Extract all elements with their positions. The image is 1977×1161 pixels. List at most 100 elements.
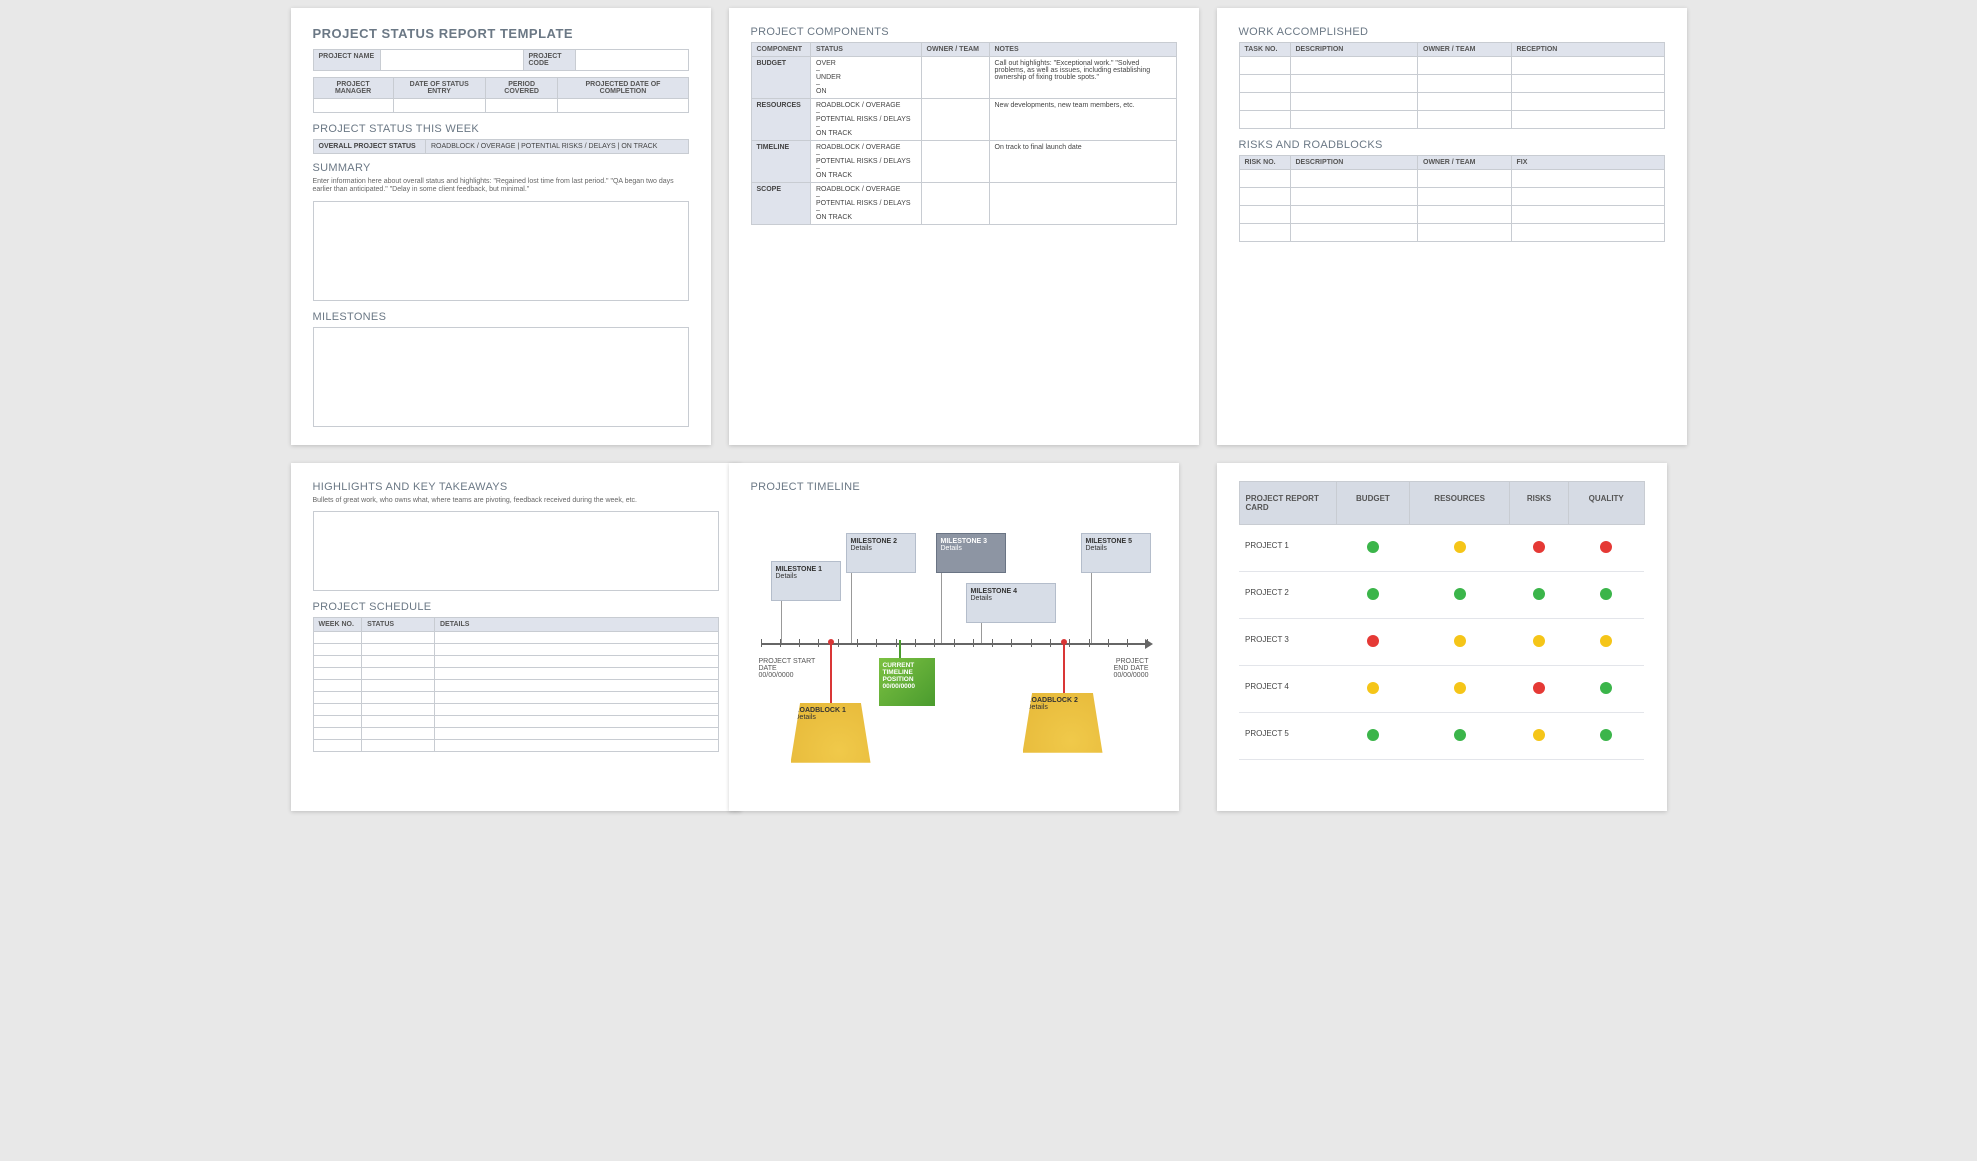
- cell[interactable]: [313, 716, 362, 728]
- cell[interactable]: [1418, 57, 1512, 75]
- cell[interactable]: [1418, 206, 1512, 224]
- cell[interactable]: [1290, 170, 1418, 188]
- cell[interactable]: [1418, 111, 1512, 129]
- component-owner[interactable]: [921, 183, 989, 225]
- table-row: [313, 692, 718, 704]
- cell[interactable]: [362, 716, 435, 728]
- cur-l3: POSITION: [883, 676, 931, 683]
- status-dot-icon: [1454, 682, 1466, 694]
- cell[interactable]: [362, 740, 435, 752]
- cell[interactable]: [1290, 75, 1418, 93]
- cell[interactable]: [362, 668, 435, 680]
- report-row: PROJECT 2: [1239, 571, 1644, 618]
- cell[interactable]: [434, 728, 718, 740]
- cell[interactable]: [1511, 224, 1664, 242]
- tick-icon: [1031, 639, 1032, 647]
- status-dot-icon: [1600, 682, 1612, 694]
- cell[interactable]: [1418, 75, 1512, 93]
- status-cell: [1336, 712, 1409, 759]
- cell[interactable]: [1511, 93, 1664, 111]
- status-dot-icon: [1454, 729, 1466, 741]
- table-row: [1239, 188, 1664, 206]
- cell[interactable]: [1239, 206, 1290, 224]
- table-row: [1239, 57, 1664, 75]
- status-dot-icon: [1454, 635, 1466, 647]
- cell[interactable]: [313, 656, 362, 668]
- col-details: DETAILS: [434, 618, 718, 632]
- cell[interactable]: [362, 644, 435, 656]
- cell[interactable]: [1511, 57, 1664, 75]
- cell[interactable]: [1511, 111, 1664, 129]
- cell[interactable]: [434, 656, 718, 668]
- tick-icon: [992, 639, 993, 647]
- schedule-table: WEEK NO. STATUS DETAILS: [313, 617, 719, 752]
- cell[interactable]: [313, 644, 362, 656]
- col-notes: NOTES: [989, 43, 1176, 57]
- cell[interactable]: [434, 644, 718, 656]
- cell[interactable]: [434, 716, 718, 728]
- summary-helper: Enter information here about overall sta…: [313, 178, 689, 195]
- status-dot-icon: [1600, 588, 1612, 600]
- cell[interactable]: [434, 692, 718, 704]
- cell[interactable]: [313, 692, 362, 704]
- cell[interactable]: [1418, 224, 1512, 242]
- cell[interactable]: [434, 740, 718, 752]
- date-entry-cell[interactable]: [393, 99, 485, 113]
- end-l1: PROJECT: [1113, 658, 1148, 665]
- cell[interactable]: [362, 692, 435, 704]
- cell[interactable]: [362, 704, 435, 716]
- cell[interactable]: [1239, 75, 1290, 93]
- project-name-cell[interactable]: [381, 50, 524, 71]
- cell[interactable]: [1511, 75, 1664, 93]
- cell[interactable]: [1418, 188, 1512, 206]
- cell[interactable]: [1290, 224, 1418, 242]
- highlights-box[interactable]: [313, 511, 719, 591]
- cell[interactable]: [1290, 206, 1418, 224]
- milestones-box[interactable]: [313, 327, 689, 427]
- period-cell[interactable]: [485, 99, 558, 113]
- cell[interactable]: [1239, 224, 1290, 242]
- cell[interactable]: [1290, 57, 1418, 75]
- cell[interactable]: [434, 680, 718, 692]
- status-dot-icon: [1600, 635, 1612, 647]
- cell[interactable]: [434, 632, 718, 644]
- cell[interactable]: [362, 632, 435, 644]
- cell[interactable]: [1290, 93, 1418, 111]
- cell[interactable]: [362, 656, 435, 668]
- cell[interactable]: [1239, 93, 1290, 111]
- cell[interactable]: [1239, 188, 1290, 206]
- cell[interactable]: [313, 740, 362, 752]
- cell[interactable]: [313, 668, 362, 680]
- project-name: PROJECT 1: [1239, 524, 1336, 571]
- cell[interactable]: [362, 728, 435, 740]
- cell[interactable]: [1290, 188, 1418, 206]
- m1-detail: Details: [776, 573, 836, 580]
- milestone-1: MILESTONE 1 Details: [771, 561, 841, 601]
- summary-box[interactable]: [313, 201, 689, 301]
- cell[interactable]: [1239, 57, 1290, 75]
- component-owner[interactable]: [921, 99, 989, 141]
- cell[interactable]: [1418, 170, 1512, 188]
- cell[interactable]: [1418, 93, 1512, 111]
- cell[interactable]: [313, 704, 362, 716]
- cell[interactable]: [1511, 188, 1664, 206]
- cell[interactable]: [362, 680, 435, 692]
- report-card-table: PROJECT REPORT CARD BUDGET RESOURCES RIS…: [1239, 481, 1645, 760]
- timeline-heading: PROJECT TIMELINE: [751, 481, 1157, 493]
- cell[interactable]: [434, 668, 718, 680]
- cell[interactable]: [1511, 206, 1664, 224]
- cell[interactable]: [313, 680, 362, 692]
- cell[interactable]: [1239, 170, 1290, 188]
- cell[interactable]: [313, 728, 362, 740]
- cell[interactable]: [434, 704, 718, 716]
- projected-date-cell[interactable]: [558, 99, 688, 113]
- cell[interactable]: [1290, 111, 1418, 129]
- cell[interactable]: [1239, 111, 1290, 129]
- component-owner[interactable]: [921, 141, 989, 183]
- component-owner[interactable]: [921, 57, 989, 99]
- cell[interactable]: [1511, 170, 1664, 188]
- cell[interactable]: [313, 632, 362, 644]
- project-code-cell[interactable]: [576, 50, 689, 71]
- manager-cell[interactable]: [313, 99, 393, 113]
- col-riskdesc: DESCRIPTION: [1290, 156, 1418, 170]
